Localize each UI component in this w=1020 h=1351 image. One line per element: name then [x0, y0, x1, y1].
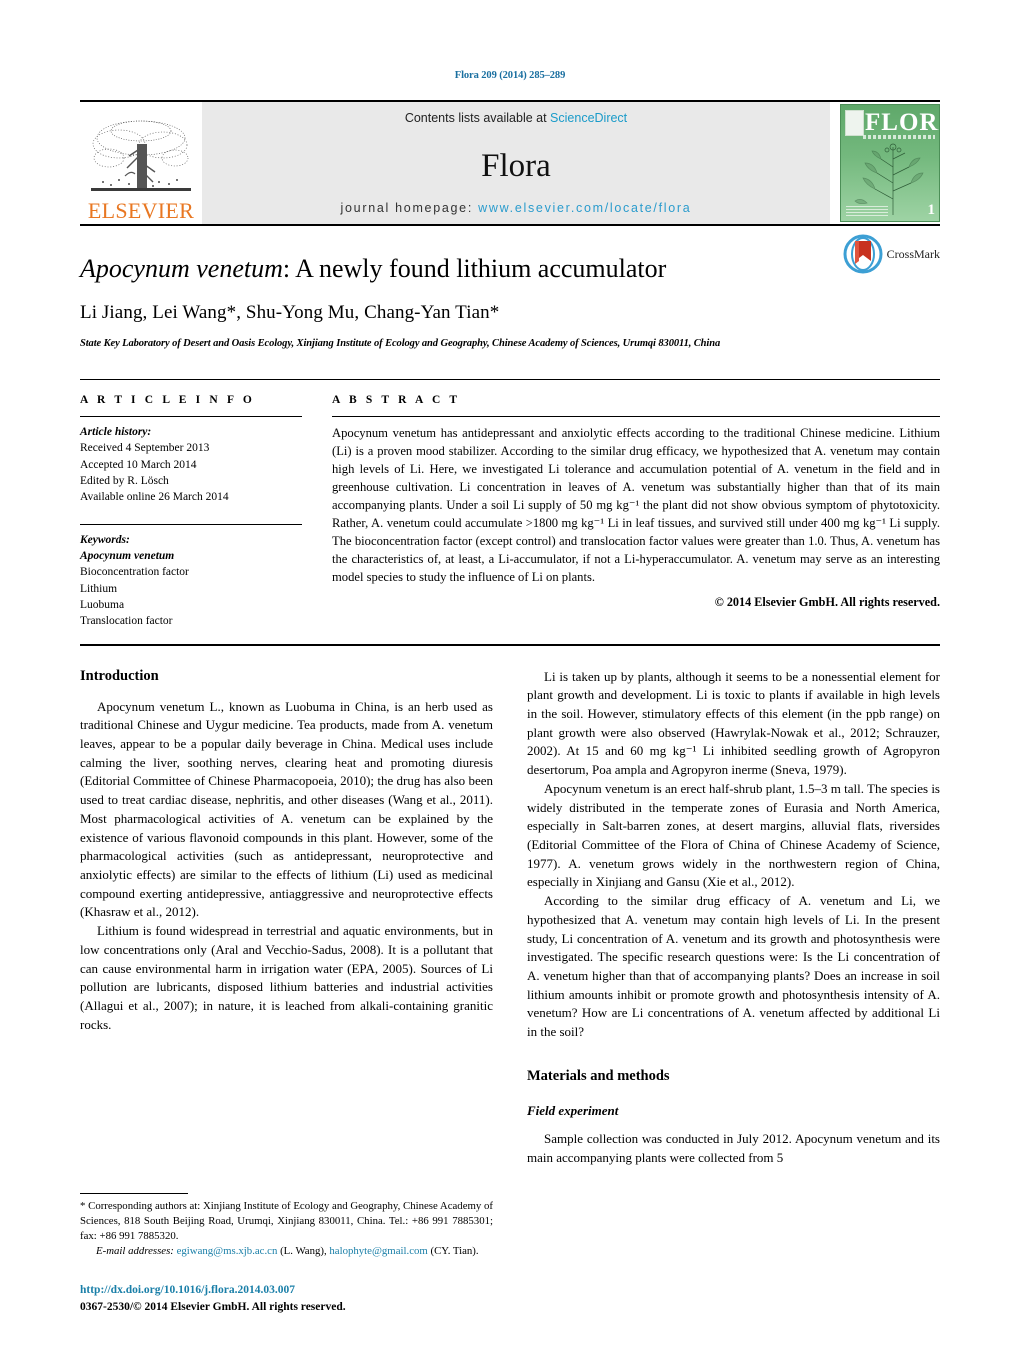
elsevier-logo: ELSEVIER — [80, 102, 202, 224]
intro-paragraph-3: Li is taken up by plants, although it se… — [527, 668, 940, 778]
elsevier-tree-icon — [91, 120, 191, 191]
running-head: Flora 209 (2014) 285–289 — [454, 70, 566, 81]
page-title: Apocynum venetum: A newly found lithium … — [80, 254, 840, 284]
elsevier-wordmark: ELSEVIER — [87, 198, 195, 223]
history-item: Received 4 September 2013 — [80, 442, 210, 455]
article-page: Flora 209 (2014) 285–289 ELSEVIER Conten… — [0, 0, 1020, 1351]
intro-paragraph-1: Apocynum venetum L., known as Luobuma in… — [80, 698, 493, 920]
author-list: Li Jiang, Lei Wang*, Shu-Yong Mu, Chang-… — [80, 302, 940, 324]
contents-lists-line: Contents lists available at ScienceDirec… — [405, 111, 627, 125]
cover-issue-number: 1 — [927, 202, 936, 218]
title-remainder: : A newly found lithium accumulator — [282, 254, 667, 283]
journal-masthead: ELSEVIER Contents lists available at Sci… — [80, 100, 940, 224]
body-columns: Introduction Apocynum venetum L., known … — [80, 668, 940, 1168]
email-owner-tian: (CY. Tian). — [430, 1245, 479, 1258]
crossmark-icon — [843, 234, 883, 274]
keyword-item: Luobuma — [80, 598, 125, 611]
abstract-copyright: © 2014 Elsevier GmbH. All rights reserve… — [714, 594, 940, 609]
info-abstract-region: A R T I C L E I N F O Article history: R… — [80, 378, 940, 630]
keywords-block: Keywords: Apocynum venetum Bioconcentrat… — [80, 532, 302, 630]
history-item: Edited by R. Lösch — [80, 474, 169, 487]
journal-cover-thumbnail[interactable]: FLORA 1 — [840, 102, 940, 224]
keywords-label: Keywords: — [80, 533, 130, 546]
article-history-block: Article history: Received 4 September 20… — [80, 424, 302, 506]
issn-copyright-line: 0367-2530/© 2014 Elsevier GmbH. All righ… — [80, 1300, 346, 1313]
email-link-wang[interactable]: egiwang@ms.xjb.ac.cn — [177, 1245, 278, 1257]
author-names: Li Jiang, Lei Wang*, Shu-Yong Mu, Chang-… — [80, 301, 500, 323]
left-column: Introduction Apocynum venetum L., known … — [80, 668, 493, 1168]
history-item: Available online 26 March 2014 — [80, 491, 229, 504]
affiliation: State Key Laboratory of Desert and Oasis… — [80, 337, 721, 349]
divider — [332, 415, 940, 417]
intro-paragraph-5: According to the similar drug efficacy o… — [527, 893, 940, 1040]
corresponding-author-note: * Corresponding authors at: Xinjiang Ins… — [80, 1199, 493, 1259]
journal-name: Flora — [481, 147, 551, 184]
keyword-item: Translocation factor — [80, 615, 173, 628]
abstract-column: A B S T R A C T Apocynum venetum has ant… — [332, 394, 940, 630]
email-link-tian[interactable]: halophyte@gmail.com — [329, 1245, 427, 1257]
cover-footer-strip — [846, 206, 888, 216]
article-info-column: A R T I C L E I N F O Article history: R… — [80, 394, 302, 630]
crossmark-label: CrossMark — [886, 246, 940, 261]
footnote-region: * Corresponding authors at: Xinjiang Ins… — [80, 1193, 493, 1259]
doi-region: http://dx.doi.org/10.1016/j.flora.2014.0… — [80, 1282, 580, 1315]
right-column: Li is taken up by plants, although it se… — [527, 668, 940, 1168]
title-block: CrossMark Apocynum venetum: A newly foun… — [80, 224, 940, 349]
homepage-prefix: journal homepage: — [340, 201, 479, 215]
intro-paragraph-2: Lithium is found widespread in terrestri… — [80, 923, 493, 1032]
journal-homepage-line: journal homepage: www.elsevier.com/locat… — [341, 201, 692, 215]
keyword-item: Apocynum venetum — [80, 549, 175, 562]
footnote-divider — [80, 1193, 188, 1195]
history-item: Accepted 10 March 2014 — [80, 458, 197, 471]
keyword-item: Bioconcentration factor — [80, 566, 189, 579]
homepage-url-link[interactable]: www.elsevier.com/locate/flora — [478, 201, 691, 215]
cover-publisher-badge — [845, 110, 864, 136]
field-experiment-heading: Field experiment — [527, 1102, 619, 1118]
crossmark-badge[interactable]: CrossMark — [843, 234, 940, 274]
email-addresses-label: E-mail addresses: — [96, 1245, 174, 1258]
contents-prefix: Contents lists available at — [404, 111, 551, 125]
journal-band: Contents lists available at ScienceDirec… — [202, 102, 830, 224]
divider — [80, 415, 302, 417]
keyword-item: Lithium — [80, 582, 118, 595]
doi-link[interactable]: http://dx.doi.org/10.1016/j.flora.2014.0… — [80, 1282, 580, 1298]
divider — [80, 523, 302, 525]
abstract-heading: A B S T R A C T — [332, 393, 461, 406]
sciencedirect-link[interactable]: ScienceDirect — [550, 111, 627, 125]
email-owner-wang: (L. Wang), — [280, 1245, 327, 1258]
corresponding-author-text: * Corresponding authors at: Xinjiang Ins… — [80, 1200, 493, 1243]
cover-title: FLORA — [865, 109, 939, 136]
title-species-name: Apocynum venetum — [80, 254, 283, 283]
intro-paragraph-4: Apocynum venetum is an erect half-shrub … — [527, 780, 940, 890]
article-history-label: Article history: — [80, 425, 152, 438]
abstract-text: Apocynum venetum has antidepressant and … — [332, 425, 940, 584]
section-divider — [80, 643, 940, 646]
field-experiment-paragraph: Sample collection was conducted in July … — [527, 1130, 940, 1165]
introduction-heading: Introduction — [80, 667, 159, 684]
materials-methods-heading: Materials and methods — [527, 1067, 670, 1084]
article-info-heading: A R T I C L E I N F O — [80, 393, 255, 406]
